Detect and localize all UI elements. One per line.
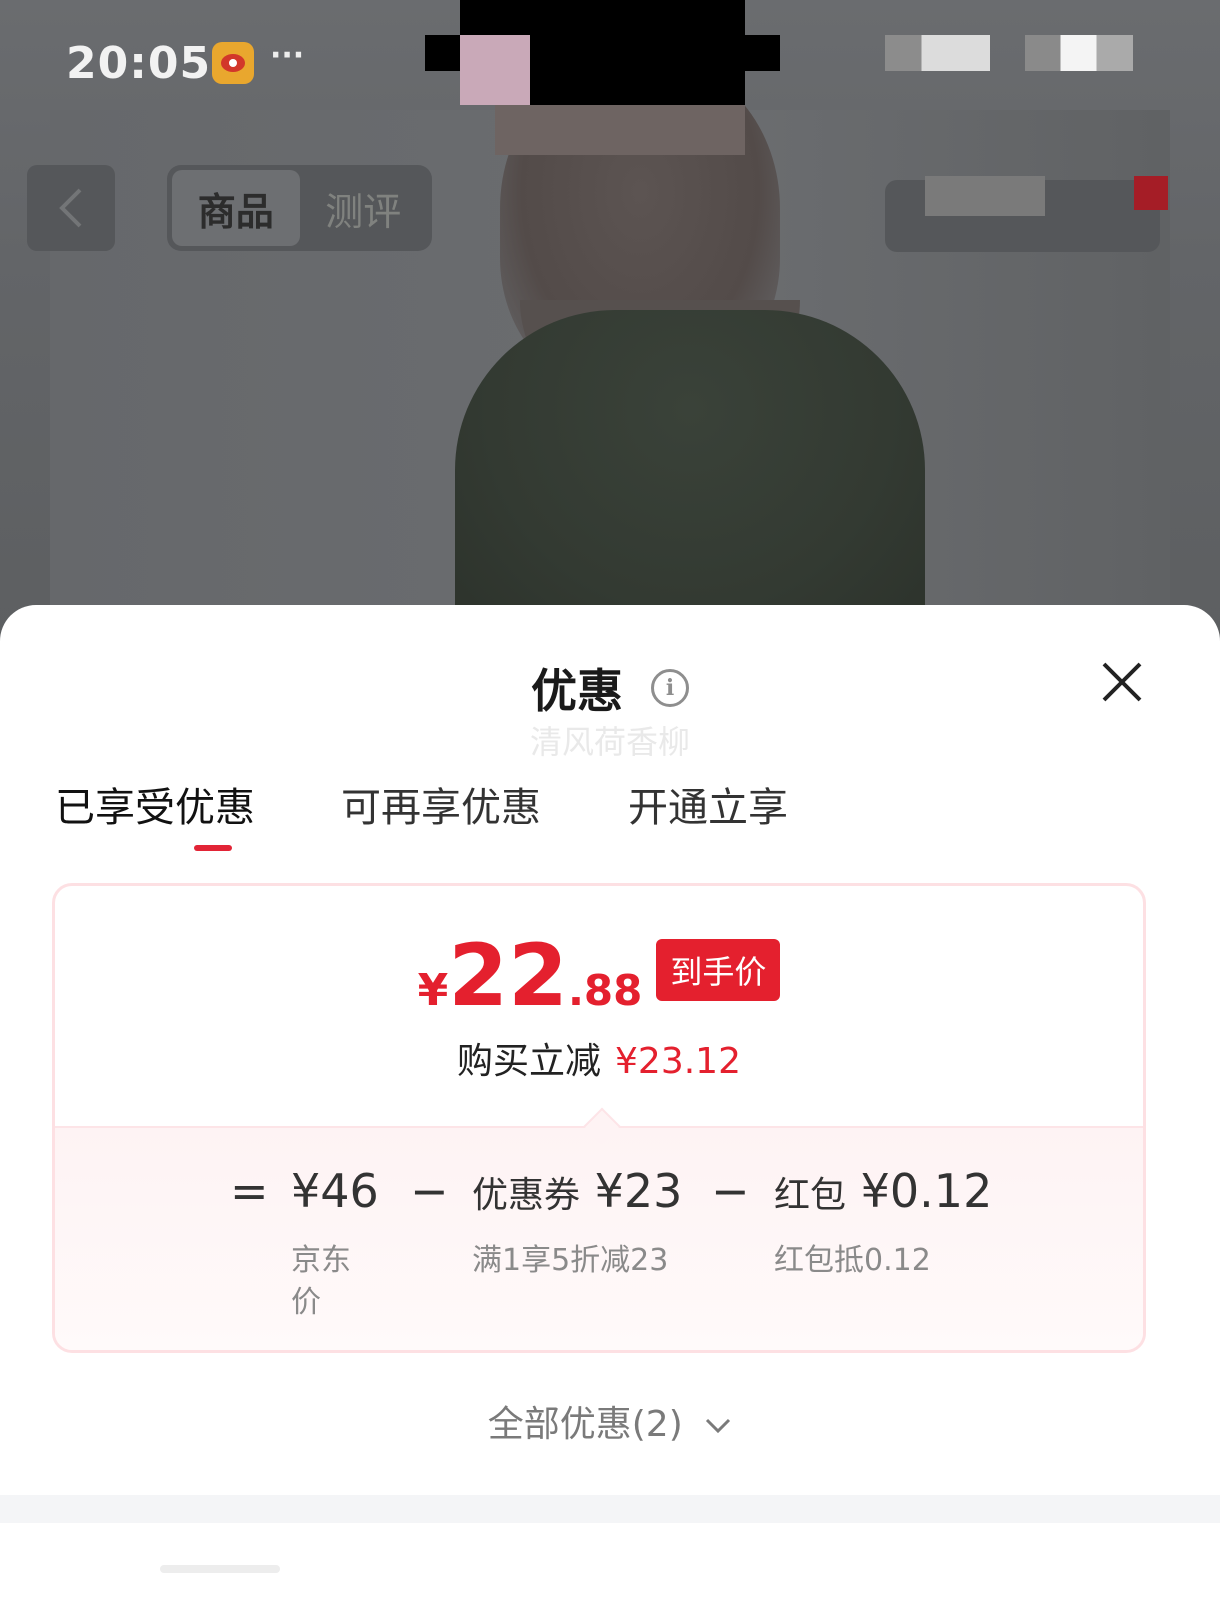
discount-tabs: 已享受优惠 可再享优惠 开通立享 <box>55 775 1155 865</box>
jd-price-label-line2: 价 <box>291 1285 321 1320</box>
active-tab-indicator <box>194 845 232 851</box>
price-decimal: .88 <box>567 966 643 1015</box>
breakdown-jd-price: ¥46 <box>291 1164 379 1218</box>
tab-enjoyed-discounts[interactable]: 已享受优惠 <box>55 775 255 833</box>
jd-price-label-line1: 京东 <box>291 1243 351 1278</box>
battery-icon <box>1025 35 1133 71</box>
chevron-down-icon <box>706 1418 731 1434</box>
status-time: 20:05 <box>66 38 212 89</box>
close-icon[interactable] <box>1100 660 1144 704</box>
section-divider <box>0 1495 1220 1523</box>
pixelated-area <box>460 35 530 105</box>
minus-sign: − <box>711 1164 750 1218</box>
tab-product[interactable]: 商品 <box>172 170 300 246</box>
back-button[interactable] <box>27 165 115 251</box>
chevron-left-icon <box>59 188 82 228</box>
coupon-value: ¥23 <box>594 1164 683 1218</box>
watermark: 清风荷香柳 <box>529 723 690 761</box>
equals-symbol: = <box>230 1164 269 1218</box>
pixelated-area <box>925 176 1045 216</box>
coupon-desc: 满1享5折减23 <box>472 1243 669 1278</box>
minus-symbol: − <box>410 1164 449 1218</box>
price-currency: ¥ <box>417 965 449 1016</box>
signal-icon <box>885 35 990 71</box>
final-price-badge: 到手价 <box>656 939 781 1001</box>
pixelated-area <box>495 105 745 155</box>
breakdown-red-packet: 红包 ¥0.12 <box>774 1164 992 1218</box>
app-page: 20:05 ··· 商品 测评 优惠 i 清风荷香柳 已享受优惠 可再享优惠 开… <box>0 0 1220 1597</box>
instant-discount-label: 购买立减 <box>457 1041 602 1082</box>
red-packet-value: ¥0.12 <box>860 1164 993 1218</box>
sheet-title: 优惠 i <box>0 655 1220 721</box>
header-actions[interactable] <box>885 176 1168 252</box>
breakdown-coupon: 优惠券 ¥23 <box>472 1164 682 1218</box>
price-breakdown: = ¥46 京东 价 − 优惠券 ¥23 满1享5折减23 − 红包 ¥0.12… <box>55 1107 1143 1350</box>
jd-price-value: ¥46 <box>291 1164 379 1218</box>
minus-symbol: − <box>711 1164 750 1218</box>
sheet-title-text: 优惠 <box>530 664 623 718</box>
coupon-label: 优惠券 <box>472 1175 581 1216</box>
minus-sign: − <box>410 1164 449 1218</box>
final-price: ¥22.88 到手价 <box>55 926 1143 1026</box>
tab-review[interactable]: 测评 <box>300 170 428 246</box>
red-packet-desc: 红包抵0.12 <box>774 1243 931 1278</box>
equals-sign: = <box>230 1164 269 1218</box>
tab-more-discounts[interactable]: 可再享优惠 <box>341 775 541 833</box>
notification-badge <box>1134 176 1168 210</box>
all-offers-button[interactable]: 全部优惠(2) <box>0 1395 1220 1447</box>
discount-sheet: 优惠 i 清风荷香柳 已享受优惠 可再享优惠 开通立享 ¥22.88 到手价 购买… <box>0 605 1220 1597</box>
more-notifications-icon: ··· <box>270 38 305 73</box>
price-integer: 22 <box>448 926 568 1026</box>
next-section-peek <box>160 1565 280 1573</box>
breakdown-pointer <box>583 1107 621 1145</box>
weibo-icon <box>212 42 254 84</box>
jd-price-label: 京东 价 <box>291 1240 351 1324</box>
tab-activate-discounts[interactable]: 开通立享 <box>628 775 788 833</box>
red-packet-label: 红包 <box>774 1175 847 1216</box>
info-icon[interactable]: i <box>651 669 689 707</box>
instant-discount-amount: ¥23.12 <box>615 1041 741 1082</box>
instant-discount: 购买立减 ¥23.12 <box>55 1032 1143 1084</box>
all-offers-label: 全部优惠(2) <box>487 1404 683 1445</box>
price-card: ¥22.88 到手价 购买立减 ¥23.12 = ¥46 京东 价 − 优惠券 … <box>52 883 1146 1353</box>
product-tabs: 商品 测评 <box>167 165 432 251</box>
model-shirt <box>455 310 925 640</box>
